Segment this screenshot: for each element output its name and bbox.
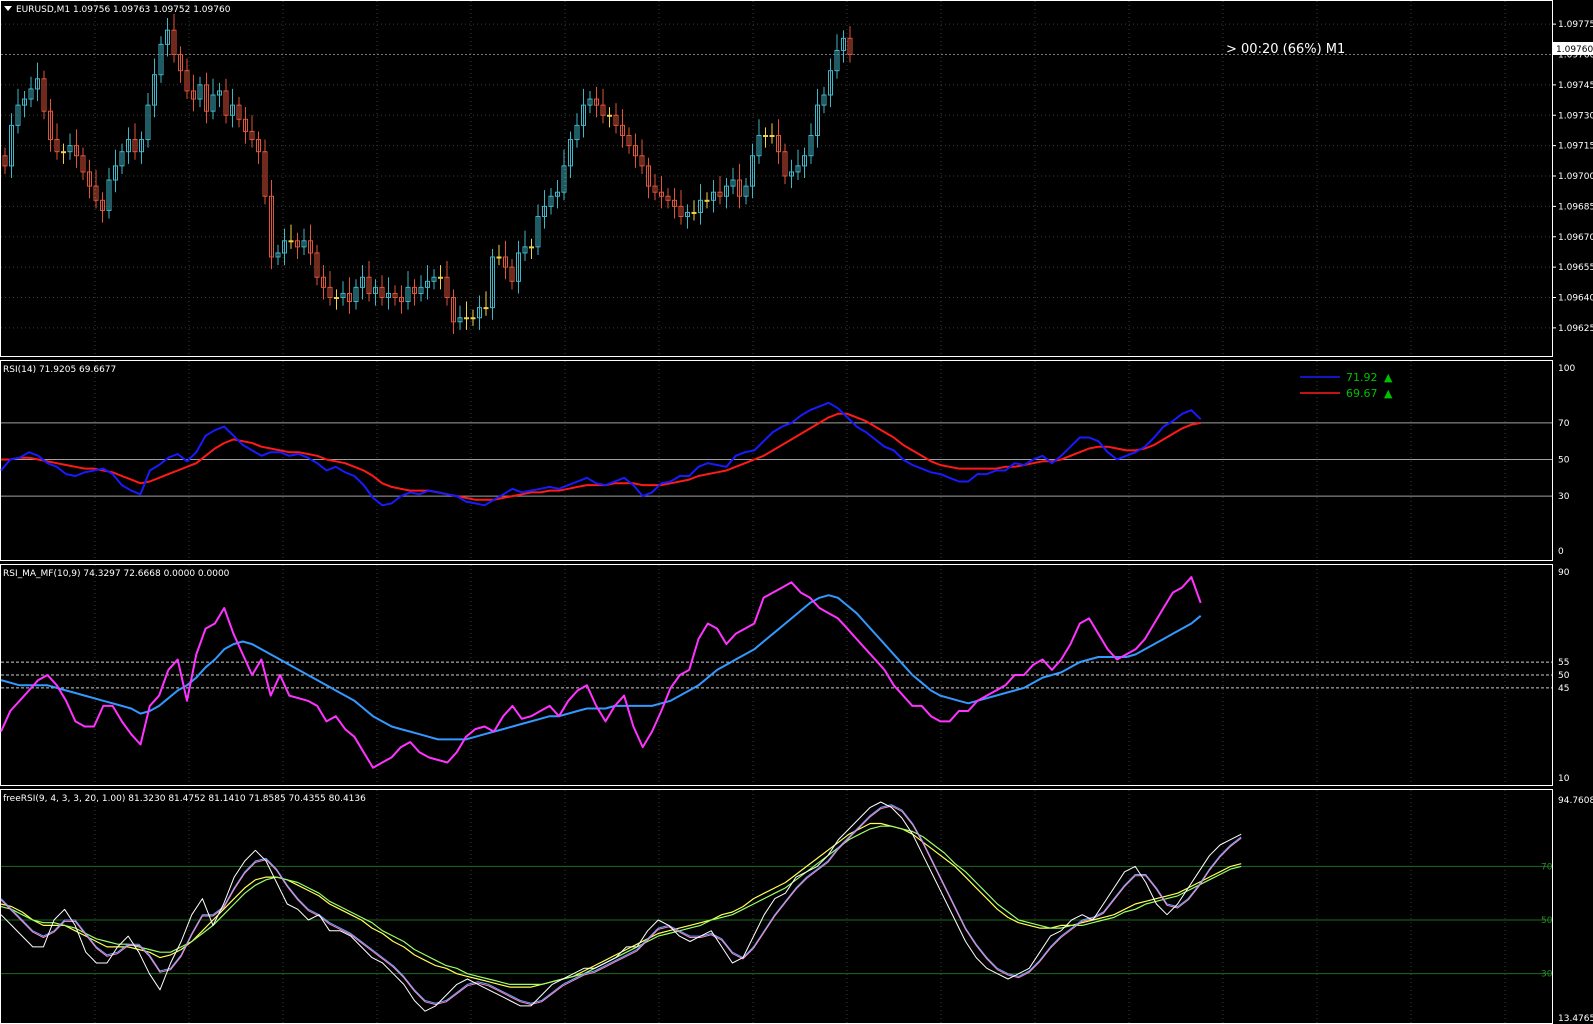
candle-body [607, 114, 612, 117]
candle-body [464, 317, 469, 320]
rsima-axis-label: 45 [1558, 684, 1569, 694]
rsi-axis-label: 100 [1558, 364, 1575, 374]
rsima-axis-label: 90 [1558, 568, 1570, 578]
rsi-axis-label: 70 [1558, 419, 1570, 429]
price-axis-label: 1.09715 [1558, 142, 1593, 152]
bar-timer-label: > 00:20 (66%) M1 [1226, 42, 1345, 57]
candle-body [496, 256, 502, 259]
candle-body [288, 240, 294, 243]
candle-body [763, 135, 768, 137]
rsima-axis-label: 10 [1558, 774, 1570, 784]
price-axis-label: 1.09685 [1558, 202, 1593, 212]
candle-body [704, 199, 710, 202]
freersi-axis-label: 94.7608 [1558, 796, 1593, 806]
rsi-title: RSI(14) 71.9205 69.6677 [3, 365, 116, 375]
freersi-level-label: 70 [1541, 862, 1553, 872]
price-axis-label: 1.09640 [1558, 294, 1593, 304]
rsi-axis-label: 30 [1558, 492, 1570, 502]
freersi-axis-label: 13.4765 [1558, 1014, 1593, 1024]
rsima-axis-label: 55 [1558, 658, 1569, 668]
candle-body [483, 307, 489, 310]
candle-body [769, 135, 775, 137]
candle-body [61, 151, 66, 154]
candle-body [334, 297, 339, 299]
rsima-title: RSI_MA_MF(10,9) 74.3297 72.6668 0.0000 0… [3, 569, 230, 579]
rsi-axis-label: 50 [1558, 456, 1570, 466]
freersi-level-label: 30 [1541, 970, 1553, 980]
price-axis-label: 1.09655 [1558, 263, 1593, 273]
rsi-axis-label: 0 [1558, 547, 1564, 557]
candle-body [438, 276, 443, 279]
price-axis-label: 1.09730 [1558, 111, 1593, 121]
rsi-legend-fast-arrow: ▲ [1384, 371, 1393, 384]
rsima-axis-label: 50 [1558, 671, 1570, 681]
candle-body [529, 246, 534, 249]
trading-chart[interactable]: 70 50 30 1.09775 1.09760 1.09745 1.09730 1.097… [0, 0, 1593, 1024]
symbol-header: EURUSD,M1 1.09756 1.09763 1.09752 1.0976… [16, 5, 231, 15]
price-axis-label: 1.09670 [1558, 233, 1593, 243]
freersi-level-label: 50 [1541, 916, 1553, 926]
price-axis-label: 1.09700 [1558, 172, 1593, 182]
freersi-title: freeRSI(9, 4, 3, 3, 20, 1.00) 81.3230 81… [3, 794, 366, 804]
candle-body [470, 317, 476, 320]
price-axis-label: 1.09625 [1558, 324, 1593, 334]
rsi-legend-slow-arrow: ▲ [1384, 387, 1393, 400]
price-axis-label: 1.09775 [1558, 20, 1593, 30]
candle-body [691, 211, 697, 214]
price-axis-label: 1.09745 [1558, 81, 1593, 91]
rsi-legend-fast-value: 71.92 [1346, 371, 1378, 384]
current-price-label: 1.09760 [1556, 45, 1593, 55]
rsi-legend-slow-value: 69.67 [1346, 387, 1378, 400]
